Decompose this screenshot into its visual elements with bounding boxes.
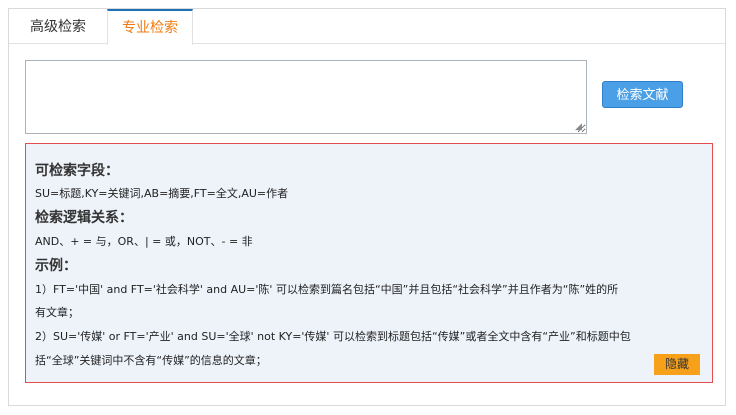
example-2-line-1: 2）SU='传媒' or FT='产业' and SU='全球' not KY=… [35, 330, 631, 343]
example-1-line-1: 1）FT='中国' and FT='社会科学' and AU='陈' 可以检索到… [35, 283, 619, 296]
query-input[interactable] [25, 60, 587, 134]
example-1-line-2: 有文章； [35, 306, 79, 319]
fields-text: SU=标题,KY=关键词,AB=摘要,FT=全文,AU=作者 [35, 187, 289, 200]
hide-help-button[interactable]: 隐藏 [654, 354, 700, 375]
logic-text: AND、+ = 与，OR、| = 或，NOT、- = 非 [35, 235, 253, 248]
example-2-line-2: 括“全球”关键词中不含有“传媒”的信息的文章； [35, 354, 267, 367]
tab-bar: 高级检索 专业检索 [9, 9, 725, 45]
logic-heading: 检索逻辑关系： [35, 210, 133, 226]
tab-advanced-search[interactable]: 高级检索 [9, 9, 107, 44]
search-help-box: 可检索字段： SU=标题,KY=关键词,AB=摘要,FT=全文,AU=作者 检索… [25, 143, 713, 383]
fields-heading: 可检索字段： [35, 163, 119, 179]
search-literature-button[interactable]: 检索文献 [602, 81, 683, 108]
examples-heading: 示例： [35, 258, 77, 274]
tab-professional-search[interactable]: 专业检索 [107, 9, 193, 45]
search-panel: 高级检索 专业检索 ◢ 检索文献 可检索字段： SU=标题,KY=关键词,AB=… [8, 8, 726, 406]
